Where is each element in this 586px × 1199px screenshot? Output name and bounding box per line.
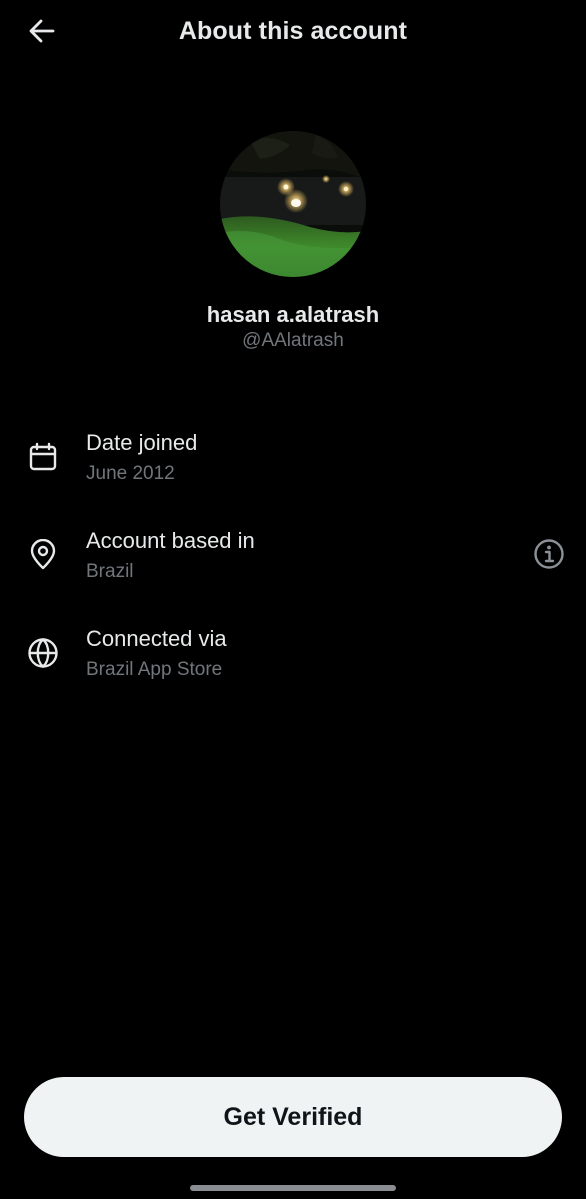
date-joined-label: Date joined: [86, 430, 198, 455]
info-icon: [533, 538, 565, 575]
location-pin-icon: [24, 536, 62, 574]
home-indicator[interactable]: [190, 1185, 396, 1191]
connected-via-label: Connected via: [86, 626, 227, 651]
username-handle: @AAlatrash: [242, 330, 344, 351]
globe-icon: [24, 634, 62, 672]
connected-via-row: Connected via Brazil App Store: [0, 616, 586, 692]
avatar[interactable]: [220, 131, 366, 277]
page-title: About this account: [178, 17, 408, 45]
get-verified-button[interactable]: Get Verified: [24, 1077, 562, 1157]
top-bar: About this account: [0, 0, 586, 66]
info-button[interactable]: [530, 537, 568, 575]
account-based-in-label: Account based in: [86, 528, 255, 553]
display-name: hasan a.alatrash: [206, 302, 380, 327]
connected-via-value: Brazil App Store: [86, 659, 223, 680]
account-based-in-row: Account based in Brazil: [0, 518, 586, 594]
calendar-icon: [24, 438, 62, 476]
date-joined-row: Date joined June 2012: [0, 420, 586, 496]
date-joined-value: June 2012: [86, 463, 175, 484]
account-based-in-value: Brazil: [86, 561, 134, 582]
